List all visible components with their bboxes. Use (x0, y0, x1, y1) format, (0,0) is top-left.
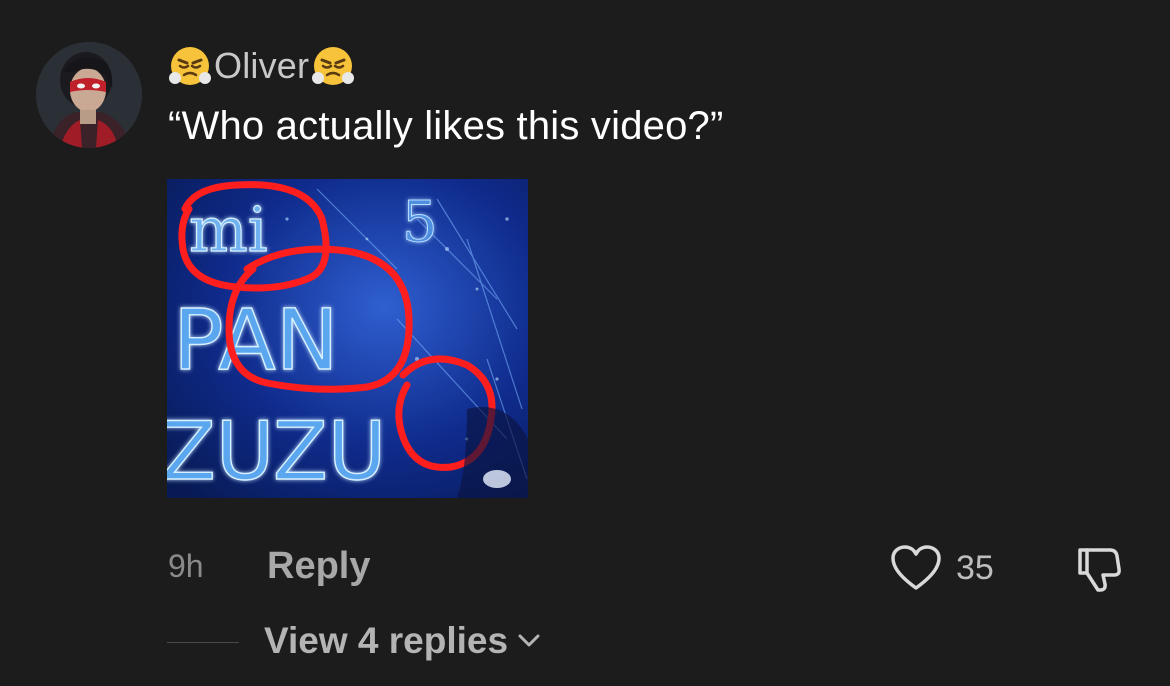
view-replies-button[interactable]: View 4 replies (264, 620, 540, 662)
chevron-down-icon (518, 634, 540, 647)
thumbs-down-icon (1078, 548, 1121, 592)
avatar[interactable] (36, 42, 142, 148)
angry-face-emoji-icon (311, 44, 355, 88)
comment-image-attachment[interactable]: mi 5 PAN ZUZU (167, 179, 528, 498)
comment-text: “Who actually likes this video?” (168, 104, 724, 148)
like-button[interactable]: 35 (890, 540, 994, 596)
reply-button[interactable]: Reply (267, 545, 370, 588)
attachment-text-pan: PAN (173, 291, 339, 389)
attachment-text-mi: mi (189, 193, 268, 266)
attachment-text-zuzu: ZUZU (167, 405, 386, 498)
comment-card: Oliver “Who actually likes this video?” (0, 0, 1170, 686)
heart-outline-icon (891, 545, 941, 590)
replies-divider (167, 642, 239, 643)
masked-hero-avatar-icon (36, 42, 142, 148)
attachment-text-5: 5 (402, 190, 438, 255)
dislike-button[interactable] (1068, 540, 1128, 596)
angry-face-emoji-icon (168, 44, 212, 88)
like-count: 35 (956, 548, 994, 587)
username-row[interactable]: Oliver (168, 40, 355, 92)
username[interactable]: Oliver (214, 45, 309, 87)
timestamp: 9h (168, 548, 204, 584)
view-replies-label: View 4 replies (264, 620, 509, 661)
attachment-image: mi 5 PAN ZUZU (167, 179, 528, 498)
